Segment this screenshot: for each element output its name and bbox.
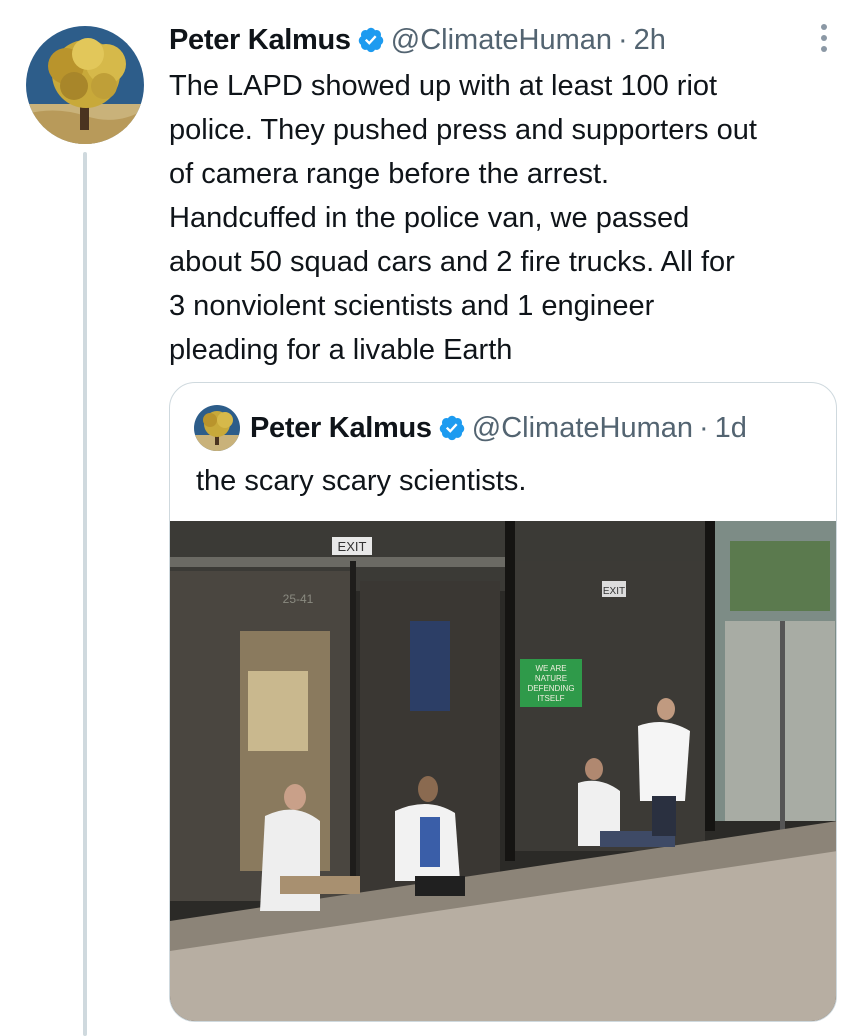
- sign-line-3: DEFENDING: [527, 684, 574, 693]
- author-handle[interactable]: @ClimateHuman: [391, 24, 612, 57]
- tweet[interactable]: Peter Kalmus @ClimateHuman · 2h The LAPD…: [169, 18, 849, 372]
- building-number: 25-41: [283, 592, 314, 606]
- more-options-icon[interactable]: [819, 24, 829, 58]
- exit-sign-right: EXIT: [603, 586, 625, 597]
- quoted-tweet[interactable]: Peter Kalmus @ClimateHuman · 1d the scar…: [169, 382, 837, 1022]
- exit-sign-left: EXIT: [338, 539, 367, 554]
- separator-dot: ·: [699, 411, 709, 444]
- verified-badge-icon: [357, 26, 385, 54]
- author-name[interactable]: Peter Kalmus: [169, 24, 351, 57]
- sign-line-4: ITSELF: [537, 694, 564, 703]
- timestamp[interactable]: 2h: [634, 24, 666, 57]
- author-avatar[interactable]: [26, 26, 144, 144]
- tweet-header: Peter Kalmus @ClimateHuman · 2h: [169, 18, 849, 62]
- sign-line-2: NATURE: [535, 674, 567, 683]
- quoted-author-name: Peter Kalmus: [250, 411, 432, 444]
- verified-badge-icon: [438, 414, 466, 442]
- quoted-author-handle: @ClimateHuman: [471, 411, 693, 444]
- quoted-author-avatar: [194, 405, 240, 451]
- quoted-timestamp: 1d: [714, 411, 747, 444]
- thread-line: [83, 152, 87, 1036]
- separator-dot: ·: [618, 23, 628, 56]
- sign-line-1: WE ARE: [535, 664, 566, 673]
- quoted-tweet-text: the scary scary scientists.: [196, 465, 527, 497]
- tweet-photo[interactable]: EXIT EXIT 25-41 WE ARE NATURE DEFENDING …: [170, 521, 836, 1021]
- quoted-tweet-header: Peter Kalmus @ClimateHuman · 1d: [194, 405, 747, 451]
- tweet-text: The LAPD showed up with at least 100 rio…: [169, 70, 757, 366]
